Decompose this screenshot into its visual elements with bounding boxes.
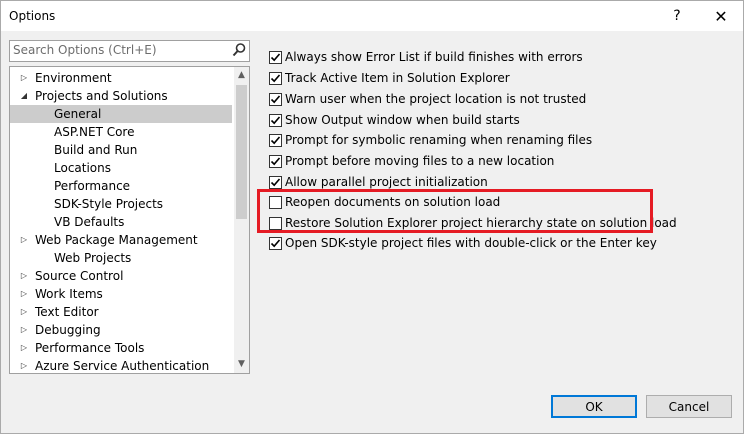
tree-item[interactable]: Performance	[10, 177, 232, 195]
search-box	[9, 40, 250, 62]
checkbox-checked[interactable]	[269, 93, 282, 106]
tree-item-label: Build and Run	[54, 143, 138, 157]
expanded-arrow-icon[interactable]: ◢	[19, 87, 29, 105]
option-label: Show Output window when build starts	[285, 113, 520, 127]
window-title: Options	[9, 9, 56, 23]
tree-item-label: Text Editor	[35, 305, 99, 319]
options-dialog: Options ? ✕ ▷ Environment ◢ Projects and So…	[0, 0, 744, 434]
tree-item-label: Web Projects	[54, 251, 132, 265]
option-row[interactable]: Open SDK-style project files with double…	[269, 234, 739, 254]
scroll-up-icon[interactable]: ▲	[234, 67, 249, 84]
tree-item-label: Projects and Solutions	[35, 89, 168, 103]
cancel-button[interactable]: Cancel	[646, 395, 732, 418]
tree-item[interactable]: SDK-Style Projects	[10, 195, 232, 213]
tree-item-label: VB Defaults	[54, 215, 125, 229]
tree-item[interactable]: Build and Run	[10, 141, 232, 159]
tree-item[interactable]: General	[10, 105, 232, 123]
option-label: Track Active Item in Solution Explorer	[285, 71, 510, 85]
collapsed-arrow-icon[interactable]: ▷	[19, 231, 29, 249]
checkmark-icon	[270, 157, 281, 166]
tree-item[interactable]: ▷ Web Package Management	[10, 231, 232, 249]
tree-item-label: Azure Service Authentication	[35, 359, 210, 373]
checkmark-icon	[270, 95, 281, 104]
checkmark-icon	[270, 239, 281, 248]
options-tree: ▷ Environment ◢ Projects and Solutions Gener…	[9, 66, 250, 374]
checkbox-checked[interactable]	[269, 176, 282, 189]
collapsed-arrow-icon[interactable]: ▷	[19, 267, 29, 285]
tree-item[interactable]: ▷ Source Control	[10, 267, 232, 285]
option-label: Prompt for symbolic renaming when renami…	[285, 133, 593, 147]
option-label: Allow parallel project initialization	[285, 175, 488, 189]
checkbox-checked[interactable]	[269, 237, 282, 250]
tree-item[interactable]: Locations	[10, 159, 232, 177]
tree-scrollbar[interactable]: ▲ ▼	[234, 67, 249, 373]
option-label: Warn user when the project location is n…	[285, 92, 587, 106]
tree-item-label: Source Control	[35, 269, 124, 283]
tree-item-label: Work Items	[35, 287, 103, 301]
tree-item-label: Performance Tools	[35, 341, 145, 355]
tree-item-label: Performance	[54, 179, 131, 193]
tree-item[interactable]: ▷ Performance Tools	[10, 339, 232, 357]
tree-item-label: Environment	[35, 71, 112, 85]
option-label: Prompt before moving files to a new loca…	[285, 154, 555, 168]
checkbox-checked[interactable]	[269, 72, 282, 85]
tree-item[interactable]: ▷ Azure Service Authentication	[10, 357, 232, 373]
checkbox-checked[interactable]	[269, 114, 282, 127]
checkbox-checked[interactable]	[269, 51, 282, 64]
collapsed-arrow-icon[interactable]: ▷	[19, 69, 29, 87]
tree-item-label: ASP.NET Core	[54, 125, 135, 139]
option-row[interactable]: Prompt before moving files to a new loca…	[269, 152, 739, 172]
collapsed-arrow-icon[interactable]: ▷	[19, 303, 29, 321]
option-label: Open SDK-style project files with double…	[285, 236, 657, 250]
tree-item[interactable]: ▷ Environment	[10, 69, 232, 87]
red-highlight-box	[257, 189, 653, 233]
collapsed-arrow-icon[interactable]: ▷	[19, 339, 29, 357]
option-row[interactable]: Track Active Item in Solution Explorer	[269, 69, 739, 89]
checkmark-icon	[270, 74, 281, 83]
option-row[interactable]: Warn user when the project location is n…	[269, 90, 739, 110]
checkmark-icon	[270, 116, 281, 125]
checkbox-checked[interactable]	[269, 134, 282, 147]
tree-item[interactable]: ▷ Work Items	[10, 285, 232, 303]
checkmark-icon	[270, 178, 281, 187]
checkmark-icon	[270, 53, 281, 62]
scroll-down-icon[interactable]: ▼	[234, 356, 249, 373]
tree-item[interactable]: Web Projects	[10, 249, 232, 267]
title-bar: Options ? ✕	[1, 1, 743, 31]
option-row[interactable]: Prompt for symbolic renaming when renami…	[269, 131, 739, 151]
option-row[interactable]: Show Output window when build starts	[269, 111, 739, 131]
checkmark-icon	[270, 136, 281, 145]
tree-item[interactable]: VB Defaults	[10, 213, 232, 231]
search-input[interactable]	[13, 42, 225, 58]
tree-item[interactable]: ◢ Projects and Solutions	[10, 87, 232, 105]
ok-button[interactable]: OK	[551, 395, 637, 418]
tree-item-label: Locations	[54, 161, 112, 175]
option-label: Always show Error List if build finishes…	[285, 50, 583, 64]
tree-item-label: Debugging	[35, 323, 101, 337]
help-button[interactable]: ?	[655, 1, 699, 31]
scroll-thumb[interactable]	[236, 85, 247, 219]
collapsed-arrow-icon[interactable]: ▷	[19, 357, 29, 373]
tree-item[interactable]: ASP.NET Core	[10, 123, 232, 141]
close-button[interactable]: ✕	[699, 1, 743, 31]
option-row[interactable]: Always show Error List if build finishes…	[269, 48, 739, 68]
checkbox-checked[interactable]	[269, 155, 282, 168]
tree-item[interactable]: ▷ Debugging	[10, 321, 232, 339]
collapsed-arrow-icon[interactable]: ▷	[19, 321, 29, 339]
search-icon[interactable]	[231, 42, 247, 58]
tree-item-label: Web Package Management	[35, 233, 198, 247]
tree-item-label: SDK-Style Projects	[54, 197, 164, 211]
collapsed-arrow-icon[interactable]: ▷	[19, 285, 29, 303]
tree-item[interactable]: ▷ Text Editor	[10, 303, 232, 321]
tree-item-label: General	[54, 107, 102, 121]
